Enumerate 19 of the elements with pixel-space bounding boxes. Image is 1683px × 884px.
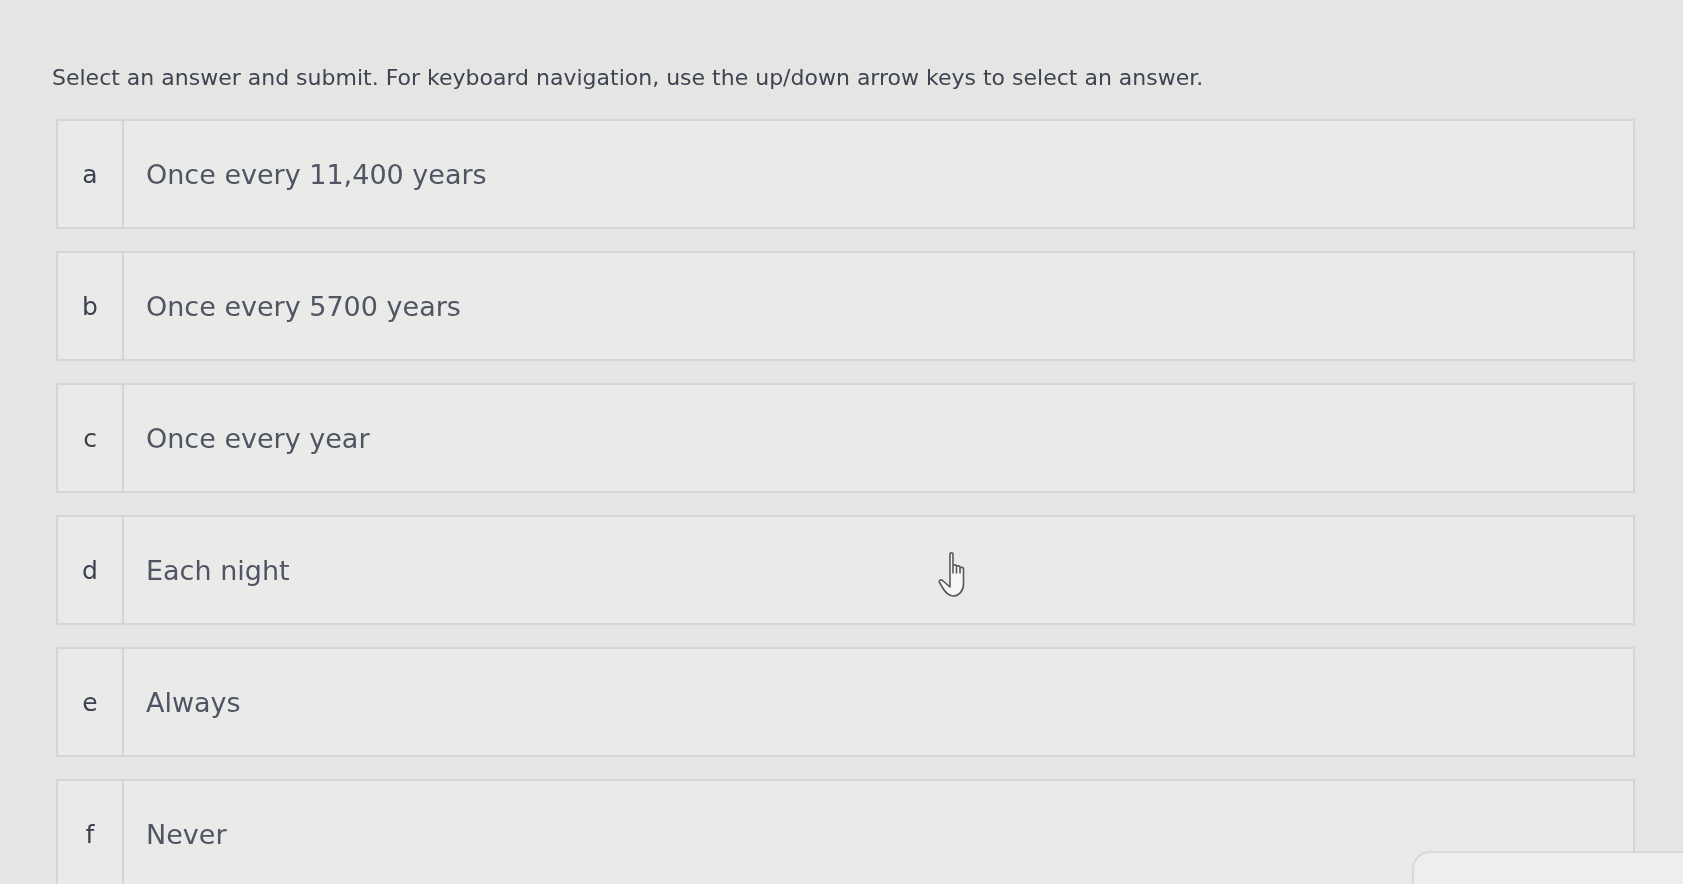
option-text: Each night bbox=[146, 554, 290, 586]
option-text: Always bbox=[146, 686, 241, 718]
option-text: Once every year bbox=[146, 422, 370, 454]
answer-option[interactable]: d Each night bbox=[56, 515, 1635, 625]
option-letter: d bbox=[58, 517, 124, 623]
answer-option[interactable]: c Once every year bbox=[56, 383, 1635, 493]
instruction-text: Select an answer and submit. For keyboard navigation, use the up/down arrow keys to select an answer. bbox=[52, 64, 1204, 92]
option-letter: b bbox=[58, 253, 124, 359]
option-letter: a bbox=[58, 121, 124, 227]
option-letter: f bbox=[58, 781, 124, 884]
option-text: Once every 11,400 years bbox=[146, 158, 487, 190]
option-letter: e bbox=[58, 649, 124, 755]
option-text: Never bbox=[146, 818, 227, 850]
answer-option[interactable]: f Never bbox=[56, 779, 1635, 884]
answer-option[interactable]: e Always bbox=[56, 647, 1635, 757]
option-text: Once every 5700 years bbox=[146, 290, 461, 322]
answer-option[interactable]: a Once every 11,400 years bbox=[56, 119, 1635, 229]
option-letter: c bbox=[58, 385, 124, 491]
answer-option[interactable]: b Once every 5700 years bbox=[56, 251, 1635, 361]
